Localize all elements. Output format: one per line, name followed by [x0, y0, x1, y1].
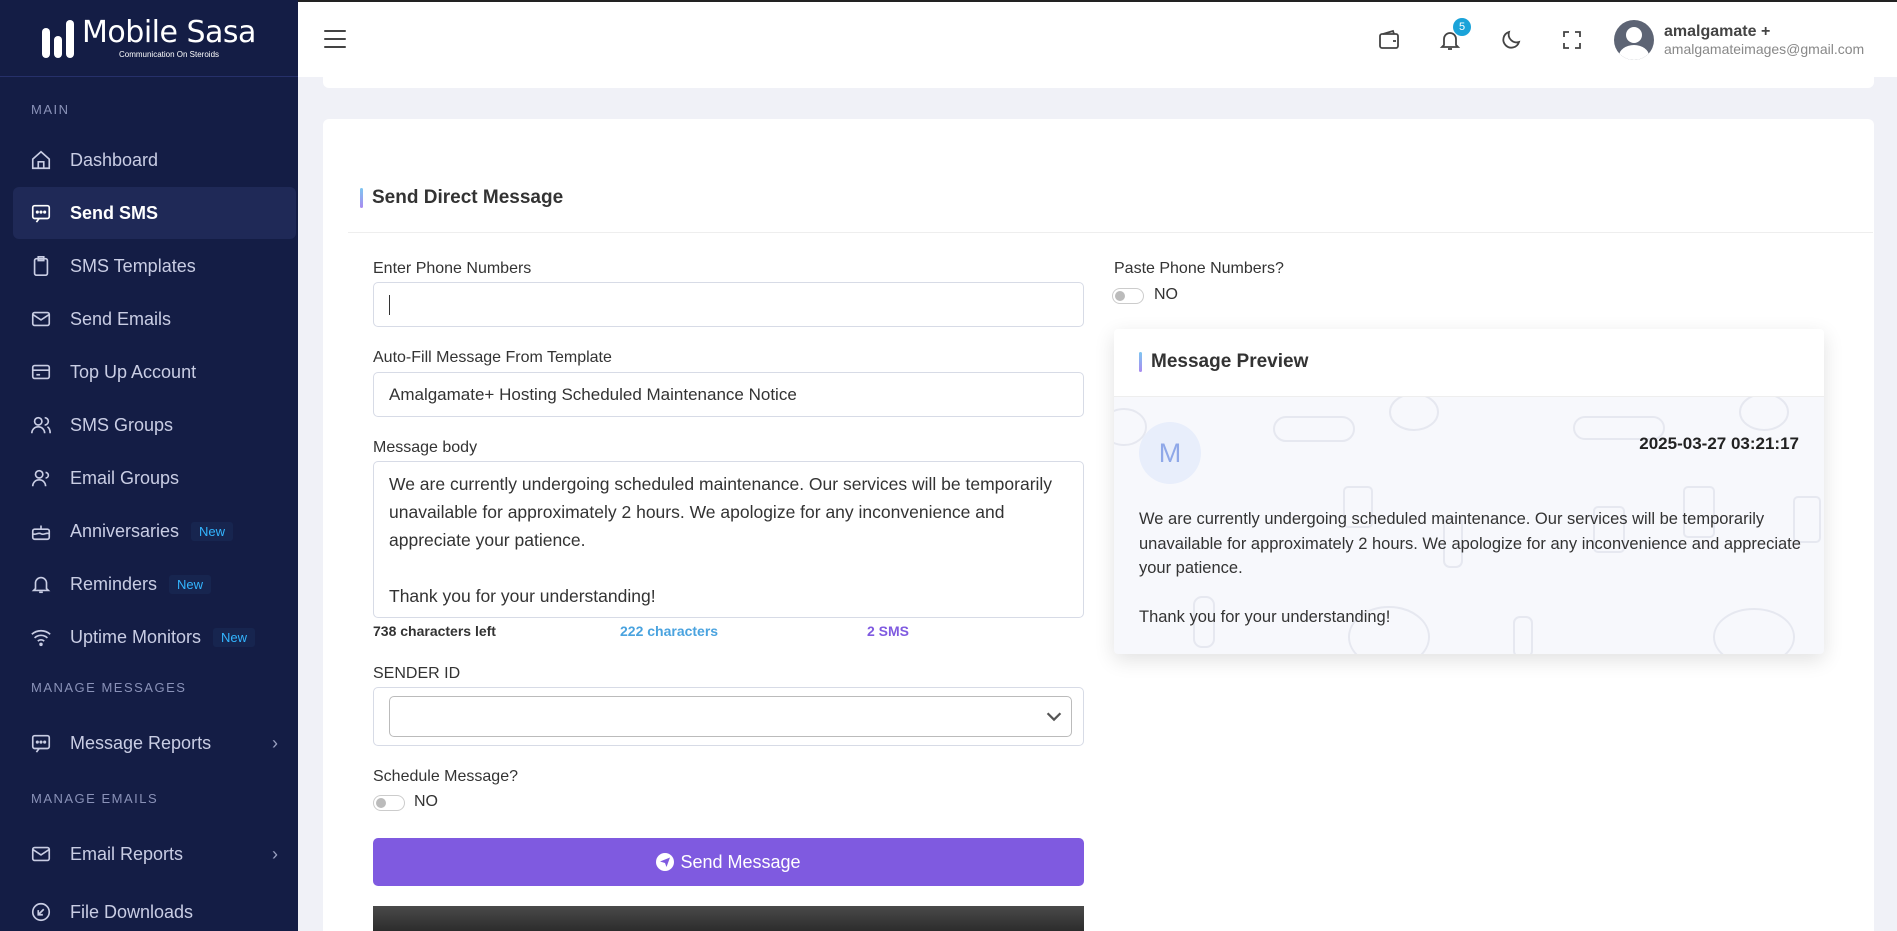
- credit-card-icon: [30, 361, 52, 383]
- chevron-down-icon: [1043, 705, 1065, 727]
- schedule-message-toggle[interactable]: [373, 795, 405, 811]
- sidebar-item-label: File Downloads: [70, 901, 194, 922]
- user-email: amalgamateimages@gmail.com: [1664, 41, 1865, 57]
- sidebar-item-dashboard[interactable]: Dashboard: [13, 134, 296, 186]
- message-body-textarea[interactable]: We are currently undergoing scheduled ma…: [373, 461, 1084, 618]
- brand-name: Mobile Sasa: [82, 14, 256, 50]
- brand-tagline: Communication On Steroids: [118, 49, 220, 59]
- new-badge: New: [169, 574, 212, 594]
- sidebar-item-label: SMS Groups: [70, 414, 174, 435]
- embedded-video-thumbnail[interactable]: [373, 906, 1084, 931]
- characters-count: 222 characters: [620, 623, 719, 639]
- sidebar-item-sms-templates[interactable]: SMS Templates: [13, 240, 296, 292]
- users-icon: [30, 414, 52, 436]
- preview-date: 2025-03-27 03:21:17: [1639, 434, 1799, 453]
- schedule-message-label: Schedule Message?: [373, 768, 518, 785]
- divider: [348, 232, 1873, 233]
- notification-bell-icon[interactable]: 5: [1437, 18, 1471, 53]
- download-icon: [30, 901, 52, 923]
- message-icon: [30, 732, 52, 754]
- section-title-main: MAIN: [31, 102, 70, 117]
- send-message-label: Send Message: [680, 851, 801, 872]
- sender-avatar: M: [1139, 422, 1201, 484]
- sidebar-item-message-reports[interactable]: Message Reports ›: [13, 717, 296, 769]
- new-badge: New: [191, 521, 234, 541]
- paste-numbers-toggle[interactable]: [1112, 288, 1144, 304]
- sidebar-item-label: Anniversaries: [70, 520, 180, 541]
- template-input[interactable]: Amalgamate+ Hosting Scheduled Maintenanc…: [373, 372, 1084, 417]
- cake-icon: [30, 520, 52, 542]
- fullscreen-icon[interactable]: [1559, 27, 1585, 53]
- card-title: Send Direct Message: [360, 187, 563, 209]
- sidebar-item-label: Email Groups: [70, 467, 180, 488]
- sidebar-item-email-groups[interactable]: Email Groups: [13, 452, 296, 504]
- sidebar-item-send-emails[interactable]: Send Emails: [13, 293, 296, 345]
- message-icon: [30, 202, 52, 224]
- notification-count-badge: 5: [1453, 18, 1471, 36]
- sidebar-item-reminders[interactable]: Reminders New: [13, 558, 296, 610]
- paste-numbers-label: Paste Phone Numbers?: [1114, 260, 1284, 277]
- sender-id-field: [373, 687, 1084, 746]
- section-title-manage-emails: MANAGE EMAILS: [31, 791, 159, 806]
- brand-logo[interactable]: Mobile Sasa Communication On Steroids: [0, 0, 298, 77]
- sender-id-label: SENDER ID: [373, 665, 461, 682]
- sidebar-item-label: Send SMS: [70, 202, 159, 223]
- mail-icon: [30, 843, 52, 865]
- sidebar-item-label: Top Up Account: [70, 361, 197, 382]
- sidebar-item-label: Email Reports: [70, 843, 184, 864]
- mail-icon: [30, 308, 52, 330]
- phone-numbers-label: Enter Phone Numbers: [373, 260, 532, 277]
- sidebar-item-send-sms[interactable]: Send SMS: [13, 187, 296, 239]
- bell-icon: [30, 573, 52, 595]
- sidebar-item-label: Send Emails: [70, 308, 172, 329]
- sidebar-item-label: Dashboard: [70, 149, 159, 170]
- sidebar-item-label: Reminders: [70, 573, 158, 594]
- sidebar-item-top-up-account[interactable]: Top Up Account: [13, 346, 296, 398]
- chevron-right-icon: ›: [272, 843, 278, 864]
- sidebar-item-email-reports[interactable]: Email Reports ›: [13, 828, 296, 880]
- user-icon: [30, 467, 52, 489]
- wifi-icon: [30, 626, 52, 648]
- wallet-icon[interactable]: [1376, 27, 1402, 53]
- preview-title: Message Preview: [1139, 351, 1308, 373]
- avatar: [1614, 20, 1654, 60]
- preview-message-body: We are currently undergoing scheduled ma…: [1139, 510, 1801, 626]
- home-icon: [30, 149, 52, 171]
- sms-count: 2 SMS: [867, 623, 910, 639]
- sidebar-item-sms-groups[interactable]: SMS Groups: [13, 399, 296, 451]
- new-badge: New: [213, 627, 256, 647]
- sender-id-select[interactable]: [389, 696, 1072, 737]
- logo-mark-icon: [42, 18, 75, 58]
- message-preview-panel: Message Preview M 2025-03-27 03:21:17 We…: [1114, 329, 1824, 654]
- characters-left: 738 characters left: [373, 623, 496, 639]
- dark-mode-moon-icon[interactable]: [1498, 27, 1524, 53]
- schedule-message-state: NO: [414, 793, 438, 810]
- phone-numbers-input[interactable]: [373, 282, 1084, 327]
- template-value: Amalgamate+ Hosting Scheduled Maintenanc…: [389, 384, 797, 404]
- user-name: amalgamate +: [1664, 23, 1771, 40]
- section-title-manage-messages: MANAGE MESSAGES: [31, 680, 187, 695]
- sidebar-item-label: Uptime Monitors: [70, 626, 202, 647]
- paste-numbers-state: NO: [1154, 286, 1178, 303]
- clipboard-icon: [30, 255, 52, 277]
- user-menu[interactable]: amalgamate + amalgamateimages@gmail.com: [1614, 20, 1864, 60]
- chevron-right-icon: ›: [272, 732, 278, 753]
- sidebar-item-uptime-monitors[interactable]: Uptime Monitors New: [13, 611, 296, 663]
- sidebar-item-label: Message Reports: [70, 732, 212, 753]
- menu-toggle-icon[interactable]: [324, 30, 346, 50]
- template-label: Auto-Fill Message From Template: [373, 349, 612, 366]
- send-message-button[interactable]: Send Message: [373, 838, 1084, 886]
- message-body-label: Message body: [373, 439, 478, 456]
- sidebar-item-label: SMS Templates: [70, 255, 196, 276]
- sidebar: Mobile Sasa Communication On Steroids MA…: [0, 0, 298, 931]
- sidebar-item-file-downloads[interactable]: File Downloads: [13, 886, 296, 931]
- sidebar-item-anniversaries[interactable]: Anniversaries New: [13, 505, 296, 557]
- previous-card: [323, 66, 1874, 88]
- telegram-send-icon: [656, 853, 675, 871]
